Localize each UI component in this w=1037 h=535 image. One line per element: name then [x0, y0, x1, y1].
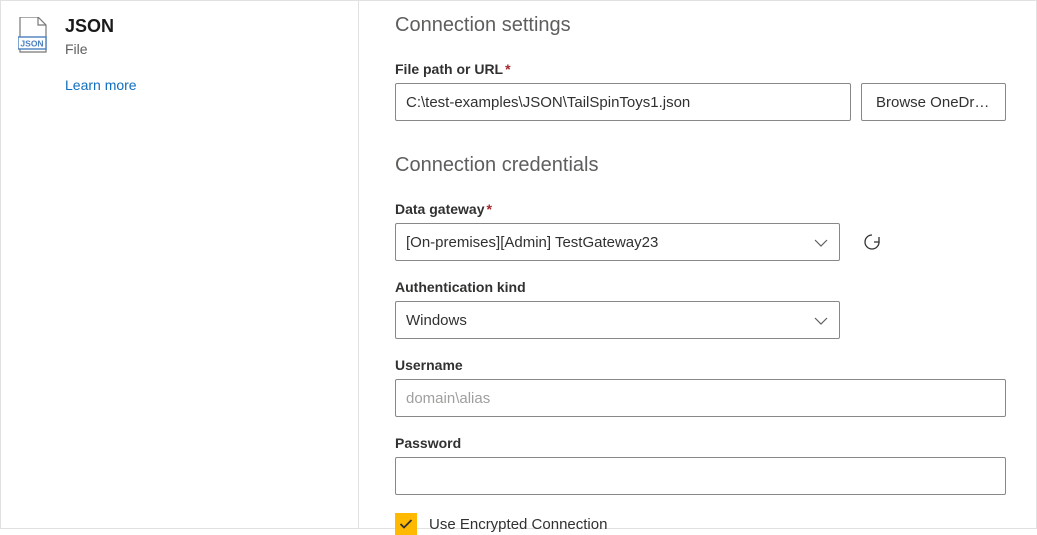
connection-settings-heading: Connection settings	[395, 11, 1006, 39]
connection-credentials-heading: Connection credentials	[395, 151, 1006, 179]
main-panel: Connection settings File path or URL* Br…	[359, 1, 1036, 528]
gateway-select[interactable]: [On-premises][Admin] TestGateway23	[395, 223, 840, 261]
checkmark-icon	[399, 518, 413, 530]
auth-row: Windows	[395, 301, 1006, 339]
refresh-icon	[862, 232, 882, 252]
auth-select[interactable]: Windows	[395, 301, 840, 339]
password-field-group: Password	[395, 435, 1006, 495]
connector-title: JSON	[65, 15, 137, 37]
credentials-section: Connection credentials Data gateway* [On…	[395, 151, 1006, 535]
encrypted-checkbox[interactable]	[395, 513, 417, 535]
auth-field-group: Authentication kind Windows	[395, 279, 1006, 339]
auth-select-wrap: Windows	[395, 301, 840, 339]
username-input[interactable]	[395, 379, 1006, 417]
filepath-field-group: File path or URL* Browse OneDrive...	[395, 61, 1006, 121]
connector-subtitle: File	[65, 39, 137, 59]
encrypted-checkbox-label[interactable]: Use Encrypted Connection	[429, 516, 607, 533]
refresh-gateway-button[interactable]	[858, 228, 886, 256]
connector-header: JSON JSON File Learn more	[15, 15, 358, 93]
password-row	[395, 457, 1006, 495]
required-asterisk: *	[505, 61, 510, 77]
filepath-input[interactable]	[395, 83, 851, 121]
password-input[interactable]	[395, 457, 1006, 495]
gateway-row: [On-premises][Admin] TestGateway23	[395, 223, 1006, 261]
gateway-label: Data gateway*	[395, 201, 1006, 217]
username-field-group: Username	[395, 357, 1006, 417]
filepath-row: Browse OneDrive...	[395, 83, 1006, 121]
learn-more-link[interactable]: Learn more	[65, 77, 137, 93]
json-file-icon: JSON	[15, 15, 51, 53]
gateway-field-group: Data gateway* [On-premises][Admin] TestG…	[395, 201, 1006, 261]
browse-onedrive-button[interactable]: Browse OneDrive...	[861, 83, 1006, 121]
username-row	[395, 379, 1006, 417]
filepath-label: File path or URL*	[395, 61, 1006, 77]
gateway-label-text: Data gateway	[395, 201, 484, 217]
connector-sidebar: JSON JSON File Learn more	[1, 1, 359, 528]
gateway-select-wrap: [On-premises][Admin] TestGateway23	[395, 223, 840, 261]
svg-text:JSON: JSON	[20, 39, 43, 49]
filepath-label-text: File path or URL	[395, 61, 503, 77]
encrypted-checkbox-row: Use Encrypted Connection	[395, 513, 1006, 535]
password-label: Password	[395, 435, 1006, 451]
username-label: Username	[395, 357, 1006, 373]
connector-meta: JSON File Learn more	[65, 15, 137, 93]
auth-label: Authentication kind	[395, 279, 1006, 295]
required-asterisk: *	[486, 201, 491, 217]
